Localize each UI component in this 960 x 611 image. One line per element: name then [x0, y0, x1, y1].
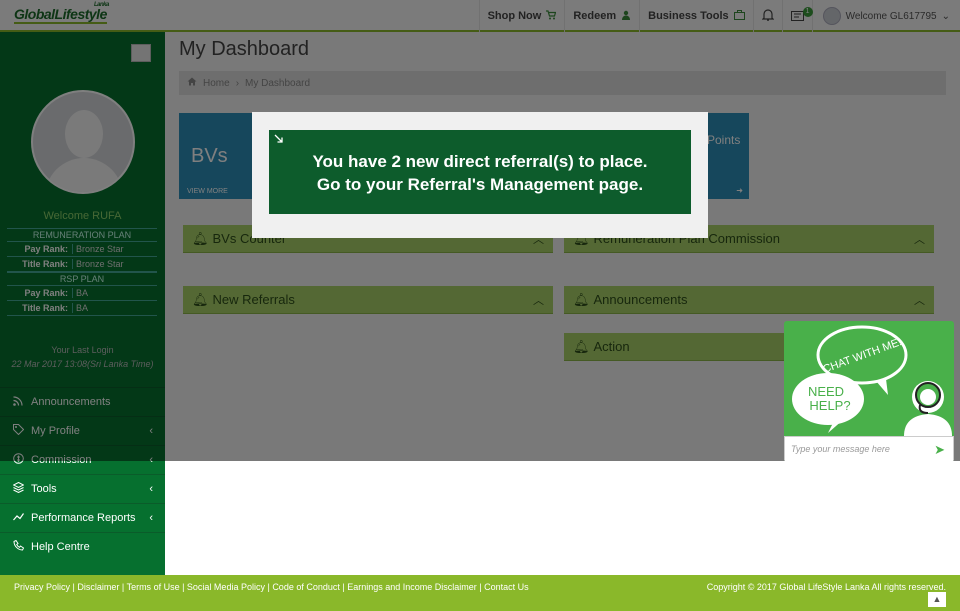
footer-links: Privacy Policy | Disclaimer | Terms of U… [14, 582, 529, 592]
arrow-down-right-icon [274, 133, 284, 147]
chat-bubble-need: NEED [808, 384, 844, 399]
chevron-left-icon: ‹ [149, 512, 153, 524]
footer: Privacy Policy | Disclaimer | Terms of U… [0, 575, 960, 611]
chat-illustration: CHAT WITH ME! NEED HELP? [792, 325, 952, 436]
sidebar-item-label: Tools [31, 483, 57, 495]
sidebar-item-label: Help Centre [31, 541, 90, 553]
chat-placeholder: Type your message here [791, 444, 890, 454]
layers-icon [11, 481, 25, 496]
chat-message-input[interactable]: Type your message here ➤ [784, 436, 954, 462]
content-blank-area [165, 461, 960, 575]
scroll-to-top-button[interactable]: ▲ [928, 592, 946, 607]
referral-notice-modal: You have 2 new direct referral(s) to pla… [252, 112, 708, 238]
footer-link[interactable]: Social Media Policy [187, 582, 265, 592]
footer-link[interactable]: Terms of Use [127, 582, 180, 592]
sidebar-item-performance-reports[interactable]: Performance Reports ‹ [0, 503, 165, 532]
sidebar-item-tools[interactable]: Tools ‹ [0, 474, 165, 503]
chat-widget[interactable]: CHAT WITH ME! NEED HELP? Type your messa… [784, 321, 954, 462]
footer-link[interactable]: Contact Us [484, 582, 529, 592]
referral-notice-line: Go to your Referral's Management page. [316, 175, 644, 194]
footer-link[interactable]: Privacy Policy [14, 582, 70, 592]
chevron-up-icon: ▲ [932, 594, 942, 604]
referral-notice-text: You have 2 new direct referral(s) to pla… [269, 150, 691, 196]
footer-copyright: Copyright © 2017 Global LifeStyle Lanka … [706, 582, 946, 592]
footer-link[interactable]: Earnings and Income Disclaimer [347, 582, 477, 592]
sidebar-item-label: Performance Reports [31, 512, 136, 524]
chat-bubble-help: HELP? [809, 398, 850, 413]
footer-link[interactable]: Code of Conduct [272, 582, 340, 592]
chart-icon [12, 512, 24, 524]
sidebar-item-help-centre[interactable]: Help Centre [0, 532, 165, 561]
phone-icon [12, 539, 24, 554]
footer-link[interactable]: Disclaimer [77, 582, 119, 592]
chat-bubble-title: CHAT WITH ME! [821, 336, 903, 376]
send-icon[interactable]: ➤ [934, 442, 945, 458]
referral-notice-box[interactable]: You have 2 new direct referral(s) to pla… [269, 130, 691, 214]
chevron-left-icon: ‹ [149, 483, 153, 495]
referral-notice-line: You have 2 new direct referral(s) to pla… [312, 152, 648, 171]
